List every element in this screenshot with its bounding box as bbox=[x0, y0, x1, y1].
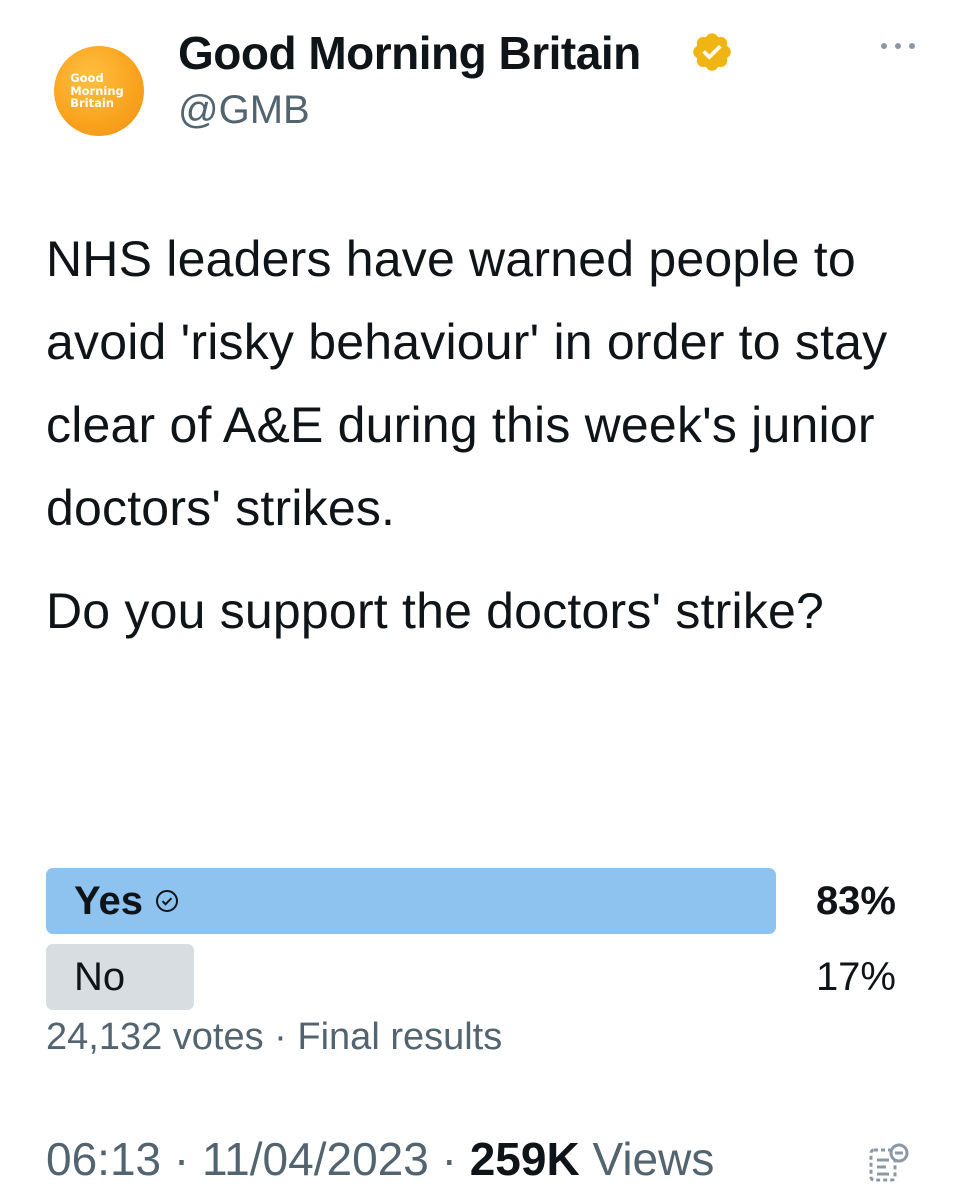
poll-option-no: No 17% bbox=[46, 944, 940, 1010]
separator: · bbox=[274, 1016, 287, 1058]
views-count: 259K bbox=[469, 1133, 580, 1185]
tweet-text: NHS leaders have warned people to avoid … bbox=[46, 218, 946, 653]
handle[interactable]: @GMB bbox=[178, 88, 310, 133]
poll-status: Final results bbox=[297, 1016, 503, 1058]
tweet-meta: 06:13 · 11/04/2023 · 259K Views bbox=[46, 1132, 714, 1186]
check-circle-icon bbox=[155, 890, 178, 912]
poll-label-yes: Yes bbox=[74, 879, 143, 923]
tweet-body: NHS leaders have warned people to avoid … bbox=[46, 231, 888, 536]
poll-summary: 24,132 votes · Final results bbox=[46, 1016, 502, 1059]
views-label: Views bbox=[592, 1133, 715, 1185]
poll-option-label: No bbox=[74, 944, 125, 1010]
analytics-icon[interactable] bbox=[866, 1140, 912, 1186]
poll-label-no: No bbox=[74, 955, 126, 999]
avatar[interactable]: Good Morning Britain bbox=[54, 46, 144, 136]
poll-option-label: Yes bbox=[74, 868, 179, 934]
tweet-time[interactable]: 06:13 bbox=[46, 1133, 161, 1185]
tweet-header: Good Morning Britain Good Morning Britai… bbox=[0, 0, 970, 160]
separator: · bbox=[441, 1133, 457, 1185]
poll-votes: 24,132 votes bbox=[46, 1016, 264, 1058]
display-name[interactable]: Good Morning Britain bbox=[178, 26, 641, 80]
poll-option-yes: Yes 83% bbox=[46, 868, 940, 934]
poll-percent-yes: 83% bbox=[815, 879, 896, 923]
avatar-logo-text: Good Morning Britain bbox=[70, 71, 124, 111]
verified-badge-icon[interactable] bbox=[690, 30, 734, 74]
tweet-question: Do you support the doctors' strike? bbox=[46, 583, 825, 639]
tweet-date[interactable]: 11/04/2023 bbox=[202, 1133, 429, 1185]
separator: · bbox=[173, 1133, 190, 1185]
more-options-icon[interactable] bbox=[876, 36, 920, 56]
poll-percent-no: 17% bbox=[815, 955, 896, 999]
